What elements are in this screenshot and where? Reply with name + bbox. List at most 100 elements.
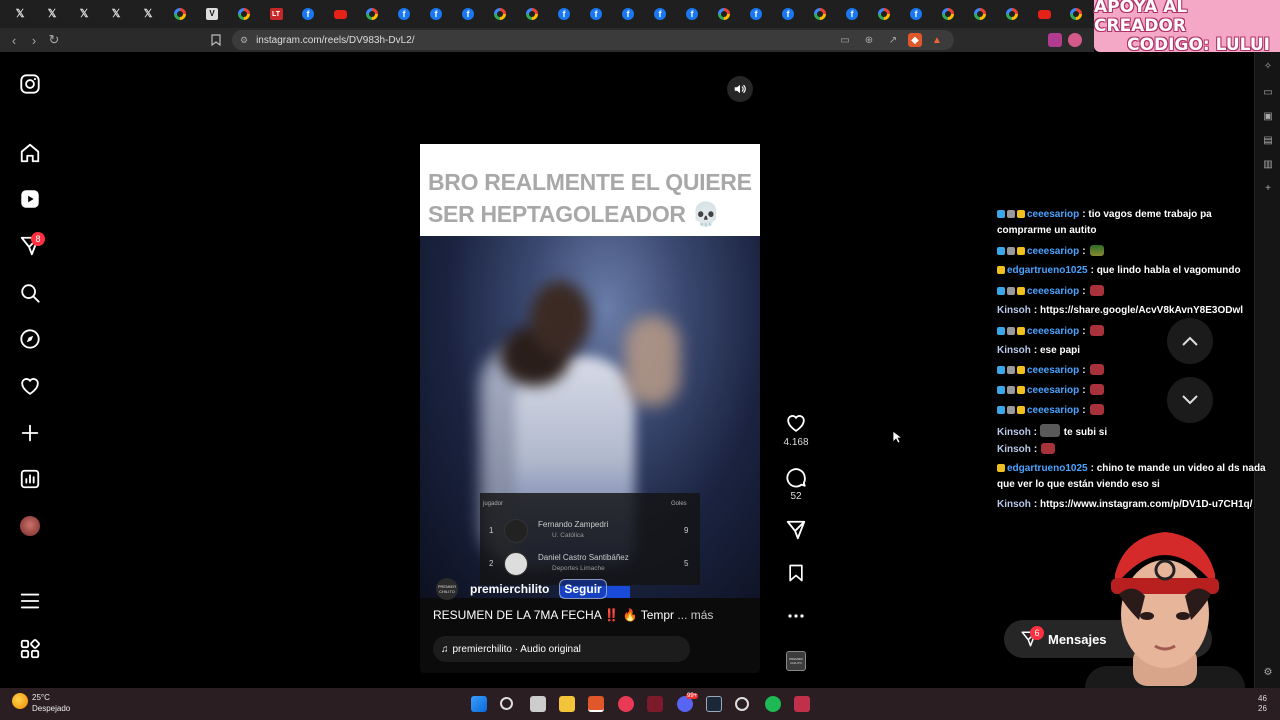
- mute-toggle-button[interactable]: [727, 76, 753, 102]
- cast-icon[interactable]: ▭: [838, 33, 852, 47]
- reels-icon[interactable]: [18, 187, 42, 211]
- browser-tab[interactable]: 𝕏: [68, 3, 100, 25]
- browser-tab[interactable]: V: [196, 3, 228, 25]
- back-button[interactable]: ‹: [4, 30, 24, 50]
- more-link[interactable]: ... más: [677, 608, 713, 622]
- forward-button[interactable]: ›: [24, 30, 44, 50]
- chat-username[interactable]: ceeesariop: [1027, 286, 1079, 297]
- browser-tab[interactable]: [804, 3, 836, 25]
- instagram-logo-icon[interactable]: [18, 72, 42, 96]
- notifications-heart-icon[interactable]: [18, 374, 42, 398]
- chat-username[interactable]: ceeesariop: [1027, 326, 1079, 337]
- history-icon[interactable]: ▥: [1262, 158, 1274, 170]
- browser-tab[interactable]: f: [644, 3, 676, 25]
- brave-browser-icon[interactable]: [588, 696, 604, 712]
- browser-tab[interactable]: [484, 3, 516, 25]
- spotify-icon[interactable]: [765, 696, 781, 712]
- browser-tab[interactable]: [932, 3, 964, 25]
- brave-shields-icon[interactable]: ◆: [908, 33, 922, 47]
- steam-icon[interactable]: [706, 696, 722, 712]
- browser-tab[interactable]: LT: [260, 3, 292, 25]
- follow-button[interactable]: Seguir: [559, 579, 607, 599]
- extension-icon[interactable]: [1048, 33, 1062, 47]
- profile-avatar[interactable]: [18, 514, 42, 538]
- browser-tab[interactable]: f: [580, 3, 612, 25]
- browser-tab[interactable]: f: [836, 3, 868, 25]
- browser-tab[interactable]: f: [420, 3, 452, 25]
- bookmark-icon[interactable]: [206, 30, 226, 50]
- sidebar-settings-icon[interactable]: ⚙: [1262, 666, 1274, 678]
- chat-username[interactable]: Kinsoh: [997, 427, 1031, 438]
- browser-tab[interactable]: 𝕏: [36, 3, 68, 25]
- explore-icon[interactable]: [18, 327, 42, 351]
- browser-tab[interactable]: [324, 3, 356, 25]
- browser-tab[interactable]: f: [612, 3, 644, 25]
- weather-widget[interactable]: 25°C Despejado: [12, 692, 70, 714]
- home-icon[interactable]: [18, 141, 42, 165]
- browser-tab[interactable]: f: [452, 3, 484, 25]
- browser-tab[interactable]: [228, 3, 260, 25]
- browser-tab[interactable]: [516, 3, 548, 25]
- chat-username[interactable]: edgartrueno1025: [1007, 265, 1088, 276]
- file-explorer-icon[interactable]: [559, 696, 575, 712]
- browser-tab[interactable]: f: [740, 3, 772, 25]
- chat-username[interactable]: ceeesariop: [1027, 246, 1079, 257]
- browser-tab[interactable]: [1060, 3, 1092, 25]
- chat-username[interactable]: Kinsoh: [997, 499, 1031, 510]
- browser-tab[interactable]: 𝕏: [4, 3, 36, 25]
- search-icon[interactable]: [18, 281, 42, 305]
- chat-username[interactable]: Kinsoh: [997, 444, 1031, 455]
- browser-tab[interactable]: f: [548, 3, 580, 25]
- more-options-button[interactable]: [784, 604, 808, 628]
- browser-tab[interactable]: [996, 3, 1028, 25]
- leo-ai-icon[interactable]: ✧: [1262, 60, 1274, 72]
- browser-tab[interactable]: 𝕏: [100, 3, 132, 25]
- chat-username[interactable]: edgartrueno1025: [1007, 463, 1088, 474]
- bookmarks-icon[interactable]: ▤: [1262, 134, 1274, 146]
- next-reel-button[interactable]: [1167, 377, 1213, 423]
- more-menu-icon[interactable]: [18, 589, 42, 613]
- also-from-meta-icon[interactable]: [18, 637, 42, 661]
- site-settings-icon[interactable]: ⚙: [240, 35, 248, 46]
- browser-tab[interactable]: f: [292, 3, 324, 25]
- share-button[interactable]: [784, 518, 808, 542]
- reel-description[interactable]: RESUMEN DE LA 7MA FECHA ‼️ 🔥 Tempr ... m…: [433, 608, 713, 622]
- comment-button[interactable]: [784, 465, 808, 489]
- chat-username[interactable]: Kinsoh: [997, 345, 1031, 356]
- reel-player[interactable]: BRO REALMENTE EL QUIERE SER HEPTAGOLEADO…: [420, 68, 760, 673]
- chat-username[interactable]: ceeesariop: [1027, 385, 1079, 396]
- author-username[interactable]: premierchilito: [470, 582, 549, 596]
- save-button[interactable]: [784, 561, 808, 585]
- browser-tab[interactable]: f: [772, 3, 804, 25]
- audio-thumbnail[interactable]: PREMIER CHILITO: [786, 651, 806, 671]
- chat-username[interactable]: ceeesariop: [1027, 209, 1079, 220]
- browser-tab[interactable]: f: [676, 3, 708, 25]
- adobe-icon[interactable]: [647, 696, 663, 712]
- chat-username[interactable]: ceeesariop: [1027, 365, 1079, 376]
- reload-button[interactable]: ↻: [44, 30, 64, 50]
- reading-list-icon[interactable]: ▭: [1262, 86, 1274, 98]
- search-icon[interactable]: [500, 697, 513, 710]
- previous-reel-button[interactable]: [1167, 318, 1213, 364]
- media-player-icon[interactable]: [618, 696, 634, 712]
- chat-username[interactable]: Kinsoh: [997, 305, 1031, 316]
- like-button[interactable]: [784, 411, 808, 435]
- add-panel-icon[interactable]: +: [1262, 182, 1274, 194]
- browser-tab[interactable]: [708, 3, 740, 25]
- reel-video-frame[interactable]: jugador Goles 1 Fernando Zampedri U. Cat…: [420, 236, 760, 598]
- obs-icon[interactable]: [735, 697, 749, 711]
- browser-tab[interactable]: f: [900, 3, 932, 25]
- brave-rewards-icon[interactable]: ▲: [930, 33, 944, 47]
- windows-start-icon[interactable]: [471, 696, 487, 712]
- extension-icon[interactable]: [1068, 33, 1082, 47]
- zoom-icon[interactable]: ⊕: [862, 33, 876, 47]
- create-plus-icon[interactable]: [18, 421, 42, 445]
- author-avatar[interactable]: PREMIER CHILITO: [436, 578, 458, 600]
- dashboard-icon[interactable]: [18, 467, 42, 491]
- browser-tab[interactable]: 𝕏: [132, 3, 164, 25]
- address-bar[interactable]: ⚙ instagram.com/reels/DV983h-DvL2/ ▭ ⊕ ↗…: [232, 30, 954, 50]
- system-clock[interactable]: 46 26: [1258, 694, 1267, 714]
- reel-audio-link[interactable]: ♫ premierchilito · Audio original: [433, 636, 690, 662]
- browser-tab[interactable]: [164, 3, 196, 25]
- chat-username[interactable]: ceeesariop: [1027, 405, 1079, 416]
